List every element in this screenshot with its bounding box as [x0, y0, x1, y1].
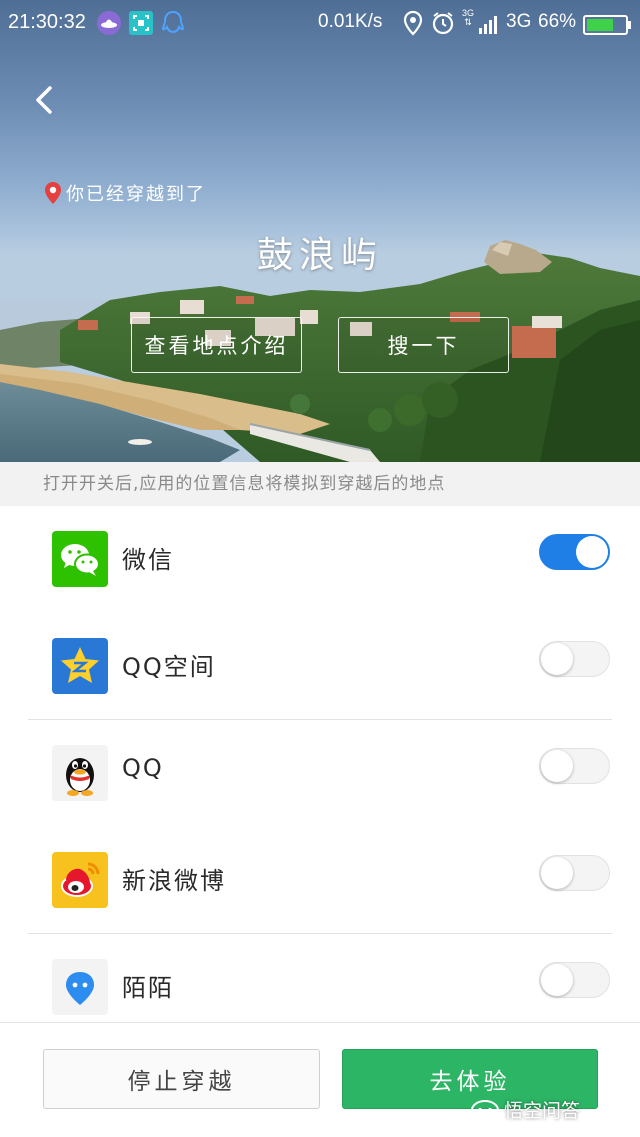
toggle-wechat[interactable]: [539, 534, 610, 570]
back-button[interactable]: [26, 80, 62, 120]
toggle-knob: [541, 643, 573, 675]
status-battery-percent: 66%: [538, 11, 577, 32]
app-name-momo: 陌陌: [122, 974, 174, 1002]
signal-icon: [479, 16, 497, 34]
status-net-speed: 0.01K/s: [318, 11, 383, 32]
weibo-icon: [52, 852, 108, 908]
app-name-weibo: 新浪微博: [122, 867, 226, 895]
watermark: 悟空问答: [470, 1096, 580, 1123]
location-notice: 打开开关后,应用的位置信息将模拟到穿越后的地点: [0, 462, 640, 506]
toggle-momo[interactable]: [539, 962, 610, 998]
wukong-logo-icon: [471, 1099, 499, 1120]
search-place-button[interactable]: 搜一下: [338, 317, 509, 373]
toggle-knob: [541, 857, 573, 889]
stop-travel-button[interactable]: 停止穿越: [43, 1049, 320, 1109]
status-network-type: 3G: [506, 11, 532, 32]
list-item-qq: QQ: [0, 720, 640, 827]
ufo-app-icon: [97, 11, 121, 35]
status-bar: 21:30:32 0.01K/s 3G ⇅ 3G 66%: [0, 0, 640, 46]
list-item-wechat: 微信: [0, 506, 640, 613]
location-pin-icon: [45, 182, 61, 204]
alarm-icon: [432, 12, 454, 35]
hero-banner: 21:30:32 0.01K/s 3G ⇅ 3G 66% 你已经穿越到了 鼓浪屿…: [0, 0, 640, 462]
toggle-knob: [541, 750, 573, 782]
app-name-qzone: QQ空间: [122, 653, 216, 681]
toggle-qzone[interactable]: [539, 641, 610, 677]
location-icon: [403, 10, 423, 36]
travel-hint-text: 你已经穿越到了: [66, 184, 206, 205]
list-item-weibo: 新浪微博: [0, 827, 640, 934]
toggle-qq[interactable]: [539, 748, 610, 784]
toggle-weibo[interactable]: [539, 855, 610, 891]
app-name-qq: QQ: [122, 754, 164, 782]
app-list: 微信 QQ空间 QQ 新浪微博 陌陌: [0, 506, 640, 1041]
chevron-left-icon: [36, 86, 52, 114]
qq-notification-icon: [161, 10, 185, 34]
scan-app-icon: [129, 11, 153, 35]
toggle-knob: [576, 536, 608, 568]
momo-icon: [52, 959, 108, 1015]
qq-icon: [52, 745, 108, 801]
travel-hint: 你已经穿越到了: [44, 180, 206, 206]
data-arrows-icon: 3G ⇅: [461, 8, 474, 27]
watermark-text: 悟空问答: [504, 1100, 581, 1122]
list-item-qzone: QQ空间: [0, 613, 640, 720]
wechat-icon: [52, 531, 108, 587]
view-place-intro-button[interactable]: 查看地点介绍: [131, 317, 302, 373]
toggle-knob: [541, 964, 573, 996]
app-name-wechat: 微信: [122, 546, 174, 574]
place-name-title: 鼓浪屿: [256, 235, 383, 276]
qzone-icon: [52, 638, 108, 694]
battery-icon: [583, 15, 631, 35]
status-time: 21:30:32: [8, 11, 86, 33]
